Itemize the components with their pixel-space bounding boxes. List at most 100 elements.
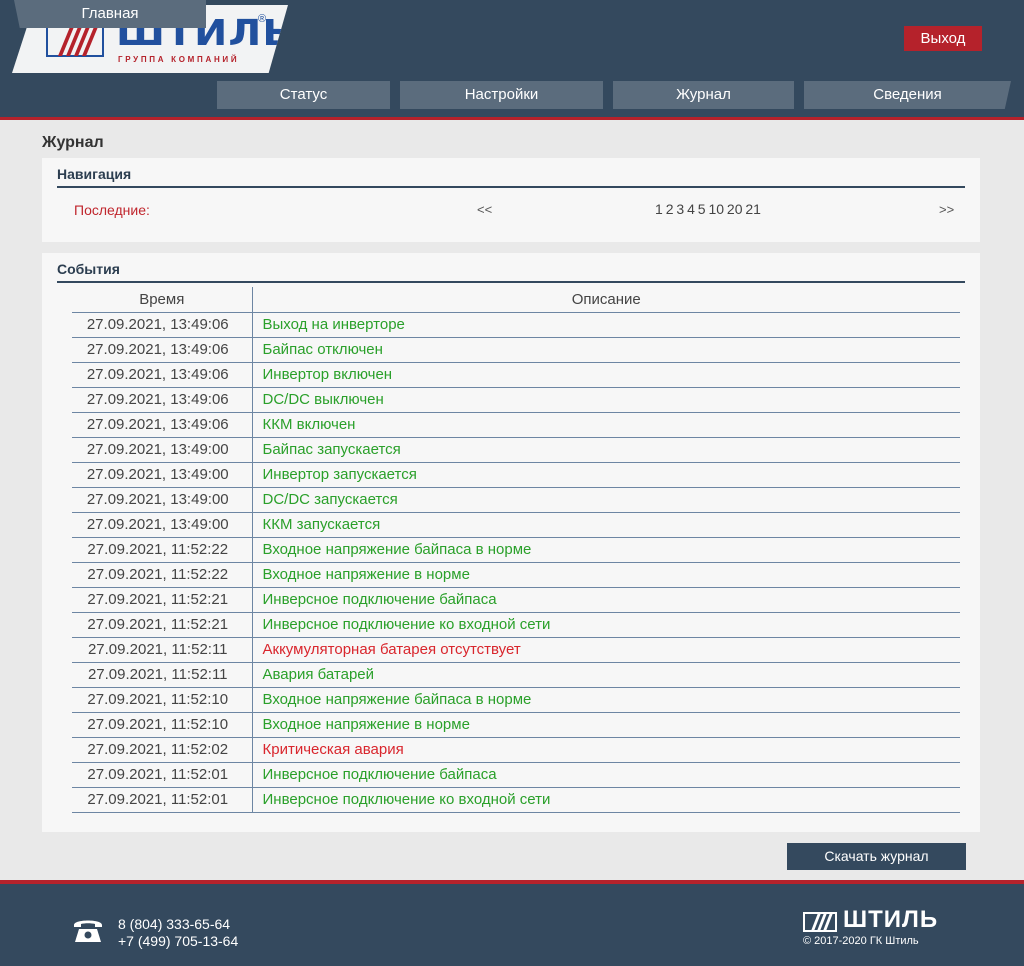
table-row: 27.09.2021, 11:52:11 Аккумуляторная батар… <box>72 637 960 663</box>
exit-button[interactable]: Выход <box>904 26 982 51</box>
event-time: 27.09.2021, 11:52:22 <box>72 562 253 588</box>
table-header-row: Время Описание <box>72 287 960 313</box>
nav-item-status[interactable]: Статус <box>217 81 390 109</box>
phone-numbers: 8 (804) 333-65-64 +7 (499) 705-13-64 <box>118 916 238 950</box>
shtil-logo-icon <box>803 912 837 932</box>
page-link-10[interactable]: 10 <box>708 201 724 217</box>
events-table-body: 27.09.2021, 13:49:06 Выход на инверторе 27… <box>72 312 960 813</box>
page-link-1[interactable]: 1 <box>655 201 663 217</box>
column-header-description: Описание <box>252 287 960 313</box>
page-link-21[interactable]: 21 <box>745 201 761 217</box>
table-row: 27.09.2021, 11:52:10 Входное напряжение б… <box>72 687 960 713</box>
logo-registered-mark: ® <box>258 13 267 25</box>
event-time: 27.09.2021, 11:52:22 <box>72 537 253 563</box>
prev-page-link[interactable]: << <box>477 202 492 217</box>
copyright: © 2017-2020 ГК Штиль <box>803 935 919 947</box>
event-time: 27.09.2021, 13:49:06 <box>72 337 253 363</box>
events-title: События <box>57 261 120 277</box>
event-description: Аккумуляторная батарея отсутствует <box>252 637 960 663</box>
event-time: 27.09.2021, 11:52:21 <box>72 612 253 638</box>
event-time: 27.09.2021, 11:52:01 <box>72 787 253 813</box>
page-link-20[interactable]: 20 <box>727 201 743 217</box>
event-time: 27.09.2021, 11:52:21 <box>72 587 253 613</box>
event-description: Входное напряжение в норме <box>252 562 960 588</box>
event-description: Байпас запускается <box>252 437 960 463</box>
event-time: 27.09.2021, 11:52:11 <box>72 662 253 688</box>
phone-number-2: +7 (499) 705-13-64 <box>118 933 239 949</box>
event-time: 27.09.2021, 11:52:10 <box>72 712 253 738</box>
event-time: 27.09.2021, 13:49:00 <box>72 512 253 538</box>
event-time: 27.09.2021, 11:52:10 <box>72 687 253 713</box>
event-description: Авария батарей <box>252 662 960 688</box>
table-row: 27.09.2021, 11:52:01 Инверсное подключени… <box>72 787 960 813</box>
table-row: 27.09.2021, 11:52:11 Авария батарей <box>72 662 960 688</box>
events-table: Время Описание 27.09.2021, 13:49:06 Выход… <box>72 287 960 813</box>
footer: 8 (804) 333-65-64 +7 (499) 705-13-64 ШТИ… <box>0 880 1024 966</box>
column-header-time: Время <box>72 287 253 313</box>
events-divider <box>57 281 965 283</box>
navigation-divider <box>57 186 965 188</box>
page-link-4[interactable]: 4 <box>687 201 695 217</box>
download-journal-button[interactable]: Скачать журнал <box>787 843 966 870</box>
page-links: 1 2 3 4 5 10 20 21 <box>655 201 761 217</box>
event-time: 27.09.2021, 13:49:00 <box>72 487 253 513</box>
footer-logo-text: ШТИЛЬ <box>843 906 939 933</box>
table-row: 27.09.2021, 13:49:00 Байпас запускается <box>72 437 960 463</box>
event-description: DC/DC выключен <box>252 387 960 413</box>
event-time: 27.09.2021, 11:52:01 <box>72 762 253 788</box>
nav-item-info[interactable]: Сведения <box>804 81 1011 109</box>
table-row: 27.09.2021, 11:52:10 Входное напряжение в… <box>72 712 960 738</box>
footer-logo: ШТИЛЬ <box>803 906 953 934</box>
event-description: DC/DC запускается <box>252 487 960 513</box>
event-description: ККМ включен <box>252 412 960 438</box>
event-description: Инверсное подключение байпаса <box>252 587 960 613</box>
table-row: 27.09.2021, 11:52:01 Инверсное подключени… <box>72 762 960 788</box>
table-row: 27.09.2021, 13:49:06 DC/DC выключен <box>72 387 960 413</box>
event-time: 27.09.2021, 13:49:00 <box>72 437 253 463</box>
page-title: Журнал <box>42 134 104 151</box>
table-row: 27.09.2021, 11:52:22 Входное напряжение в… <box>72 562 960 588</box>
next-page-link[interactable]: >> <box>939 202 954 217</box>
event-time: 27.09.2021, 13:49:06 <box>72 362 253 388</box>
event-time: 27.09.2021, 13:49:00 <box>72 462 253 488</box>
event-time: 27.09.2021, 11:52:02 <box>72 737 253 763</box>
table-row: 27.09.2021, 13:49:00 Инвертор запускается <box>72 462 960 488</box>
event-description: Входное напряжение в норме <box>252 712 960 738</box>
table-row: 27.09.2021, 13:49:00 ККМ запускается <box>72 512 960 538</box>
nav-item-settings[interactable]: Настройки <box>400 81 603 109</box>
event-description: Байпас отключен <box>252 337 960 363</box>
event-description: Инверсное подключение ко входной сети <box>252 612 960 638</box>
table-row: 27.09.2021, 11:52:21 Инверсное подключени… <box>72 612 960 638</box>
event-time: 27.09.2021, 13:49:06 <box>72 312 253 338</box>
event-description: Входное напряжение байпаса в норме <box>252 537 960 563</box>
table-row: 27.09.2021, 11:52:21 Инверсное подключени… <box>72 587 960 613</box>
event-description: Инверсное подключение байпаса <box>252 762 960 788</box>
events-panel: События Время Описание 27.09.2021, 13:49… <box>42 253 980 832</box>
event-description: Инверсное подключение ко входной сети <box>252 787 960 813</box>
table-row: 27.09.2021, 11:52:02 Критическая авария <box>72 737 960 763</box>
table-row: 27.09.2021, 13:49:00 DC/DC запускается <box>72 487 960 513</box>
event-description: Инвертор включен <box>252 362 960 388</box>
page-link-3[interactable]: 3 <box>676 201 684 217</box>
event-time: 27.09.2021, 13:49:06 <box>72 387 253 413</box>
page-link-2[interactable]: 2 <box>666 201 674 217</box>
event-description: Критическая авария <box>252 737 960 763</box>
table-row: 27.09.2021, 13:49:06 Байпас отключен <box>72 337 960 363</box>
event-description: Инвертор запускается <box>252 462 960 488</box>
event-description: Выход на инверторе <box>252 312 960 338</box>
header: ШТИЛЬ ® ГРУППА КОМПАНИЙ Выход Главная Ст… <box>0 0 1024 120</box>
event-time: 27.09.2021, 11:52:11 <box>72 637 253 663</box>
event-description: Входное напряжение байпаса в норме <box>252 687 960 713</box>
nav-item-home[interactable]: Главная <box>14 0 206 28</box>
logo-subtitle: ГРУППА КОМПАНИЙ <box>118 55 240 64</box>
navigation-title: Навигация <box>57 166 132 182</box>
nav-item-journal[interactable]: Журнал <box>613 81 794 109</box>
table-row: 27.09.2021, 13:49:06 Инвертор включен <box>72 362 960 388</box>
phone-icon <box>74 920 102 942</box>
table-row: 27.09.2021, 11:52:22 Входное напряжение б… <box>72 537 960 563</box>
event-time: 27.09.2021, 13:49:06 <box>72 412 253 438</box>
table-row: 27.09.2021, 13:49:06 Выход на инверторе <box>72 312 960 338</box>
phone-number-1: 8 (804) 333-65-64 <box>118 916 231 932</box>
page-link-5[interactable]: 5 <box>698 201 706 217</box>
table-row: 27.09.2021, 13:49:06 ККМ включен <box>72 412 960 438</box>
